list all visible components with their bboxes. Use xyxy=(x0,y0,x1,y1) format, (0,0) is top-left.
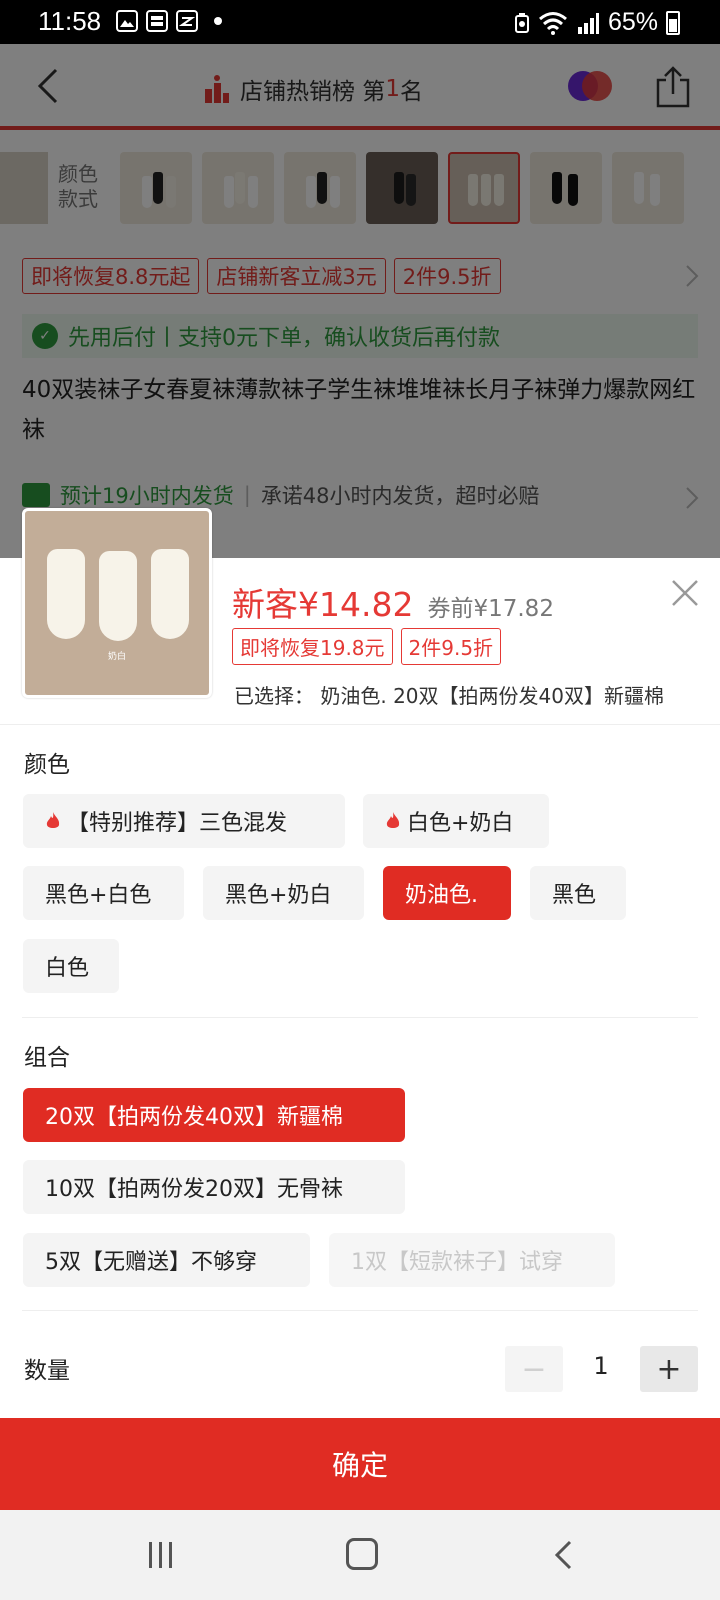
combo-option-label: 20双【拍两份发40双】新疆棉 xyxy=(45,1105,343,1130)
more-notifications-dot xyxy=(214,17,222,25)
combo-option[interactable]: 5双【无赠送】不够穿 xyxy=(23,1233,310,1287)
home-icon[interactable] xyxy=(346,1538,378,1570)
divider xyxy=(22,1017,698,1018)
data-saver-icon xyxy=(514,12,529,33)
color-option-label: 奶油色. xyxy=(405,883,478,908)
close-icon[interactable] xyxy=(670,578,700,608)
image-caption: 奶白 xyxy=(107,652,126,662)
quantity-label: 数量 xyxy=(24,1358,70,1384)
selected-variant-image[interactable]: 奶白 xyxy=(22,508,212,698)
combo-option-label: 5双【无赠送】不够穿 xyxy=(45,1250,257,1275)
combo-section-title: 组合 xyxy=(24,1045,70,1071)
quantity-value[interactable]: 1 xyxy=(586,1352,616,1380)
color-option-label: 黑色+白色 xyxy=(45,883,152,908)
confirm-button[interactable]: 确定 xyxy=(0,1418,720,1510)
price-row: 新客¥14.82 券前¥17.82 xyxy=(232,578,554,626)
zalo-icon xyxy=(176,10,198,32)
color-option[interactable]: 【特别推荐】三色混发 xyxy=(23,794,345,848)
battery-percentage: 65% xyxy=(607,8,658,36)
combo-option-selected[interactable]: 20双【拍两份发40双】新疆棉 xyxy=(23,1088,405,1142)
color-option[interactable]: 黑色 xyxy=(530,866,626,920)
promo-tag: 即将恢复19.8元 xyxy=(232,628,393,665)
color-option[interactable]: 白色 xyxy=(23,939,119,993)
dim-overlay[interactable] xyxy=(0,44,720,558)
combo-option-label: 10双【拍两份发20双】无骨袜 xyxy=(45,1177,343,1202)
fire-icon xyxy=(386,812,400,828)
recent-apps-icon[interactable] xyxy=(146,1540,176,1570)
quantity-increase-button[interactable]: + xyxy=(640,1346,698,1392)
status-right: 65% xyxy=(514,8,680,37)
combo-option-label: 1双【短款袜子】试穿 xyxy=(351,1250,563,1275)
status-bar: 11:58 65% xyxy=(0,0,720,44)
gallery-icon xyxy=(116,10,138,32)
battery-icon xyxy=(666,10,680,35)
new-customer-price: 新客¥14.82 xyxy=(232,585,414,624)
quantity-decrease-button[interactable]: − xyxy=(505,1346,563,1392)
combo-option-disabled: 1双【短款袜子】试穿 xyxy=(329,1233,615,1287)
color-option-label: 白色+奶白 xyxy=(407,811,514,836)
divider xyxy=(22,1310,698,1311)
color-option[interactable]: 黑色+奶白 xyxy=(203,866,364,920)
wifi-icon xyxy=(538,11,567,35)
color-section-title: 颜色 xyxy=(24,752,70,778)
status-time: 11:58 xyxy=(38,6,102,36)
color-option-label: 【特别推荐】三色混发 xyxy=(67,811,288,836)
fire-icon xyxy=(46,812,60,828)
sheet-promo-tags: 即将恢复19.8元 2件9.5折 xyxy=(232,628,502,665)
selected-summary: 已选择： 奶油色. 20双【拍两份发40双】新疆棉 xyxy=(234,684,664,708)
system-nav-bar xyxy=(0,1510,720,1600)
promo-tag: 2件9.5折 xyxy=(400,628,502,665)
color-option[interactable]: 白色+奶白 xyxy=(363,794,549,848)
color-option-label: 黑色+奶白 xyxy=(225,883,332,908)
pre-coupon-price: 券前¥17.82 xyxy=(427,596,554,622)
color-option-label: 白色 xyxy=(45,956,90,981)
baomoi-icon xyxy=(146,10,168,32)
combo-option[interactable]: 10双【拍两份发20双】无骨袜 xyxy=(23,1160,405,1214)
color-option-label: 黑色 xyxy=(552,883,597,908)
color-option[interactable]: 黑色+白色 xyxy=(23,866,184,920)
signal-icon xyxy=(577,12,599,34)
color-option-selected[interactable]: 奶油色. xyxy=(383,866,511,920)
back-icon[interactable] xyxy=(552,1540,576,1570)
notification-icons xyxy=(116,10,222,32)
divider xyxy=(0,724,720,725)
